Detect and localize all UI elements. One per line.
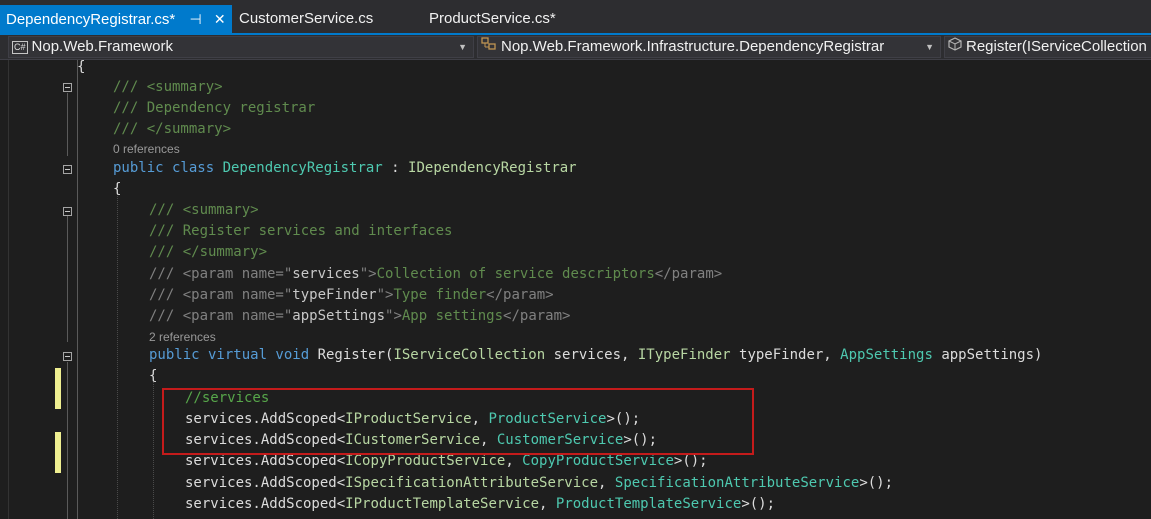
- unsaved-change-marker: [55, 368, 61, 409]
- member-name: Register(IServiceCollection: [966, 38, 1147, 55]
- code-line: /// <param name="appSettings">App settin…: [149, 308, 571, 324]
- unsaved-change-marker: [55, 432, 61, 473]
- outline-line: [67, 215, 68, 342]
- code-line: public class DependencyRegistrar : IDepe…: [113, 160, 577, 176]
- method-icon: [948, 37, 962, 57]
- code-line: services.AddScoped<ISpecificationAttribu…: [185, 475, 894, 491]
- code-line: {: [113, 181, 122, 197]
- close-icon[interactable]: ✕: [214, 5, 226, 33]
- outline-line: [77, 60, 78, 519]
- code-line: public virtual void Register(IServiceCol…: [149, 347, 1043, 363]
- pin-icon[interactable]: ⊣: [189, 5, 201, 33]
- csharp-project-icon: C#: [12, 40, 28, 54]
- code-line: /// <param name="services">Collection of…: [149, 266, 723, 282]
- type-name: Nop.Web.Framework.Infrastructure.Depende…: [501, 38, 885, 55]
- tab-label: CustomerService.cs: [239, 10, 374, 27]
- indent-guide: [153, 382, 154, 519]
- collapse-icon[interactable]: [63, 83, 72, 92]
- code-line: services.AddScoped<IProductTemplateServi…: [185, 496, 776, 512]
- collapse-icon[interactable]: [63, 352, 72, 361]
- tab-product-service[interactable]: ProductService.cs*: [429, 5, 556, 33]
- chevron-down-icon[interactable]: ▼: [458, 37, 467, 57]
- codelens-references[interactable]: 0 references: [113, 142, 180, 156]
- code-line: {: [149, 368, 158, 384]
- code-line: /// <summary>: [149, 202, 259, 218]
- class-icon: [481, 37, 497, 57]
- code-line: /// </summary>: [113, 121, 232, 137]
- code-line: /// </summary>: [149, 244, 268, 260]
- code-line: /// <param name="typeFinder">Type finder…: [149, 287, 554, 303]
- code-editor[interactable]: { /// <summary> /// Dependency registrar…: [0, 60, 1151, 519]
- code-line: /// Register services and interfaces: [149, 223, 453, 239]
- code-line: /// Dependency registrar: [113, 100, 316, 116]
- highlight-annotation-box: [162, 388, 754, 455]
- indent-guide: [117, 190, 118, 519]
- outline-line: [67, 362, 68, 519]
- chevron-down-icon[interactable]: ▼: [925, 37, 934, 57]
- code-line: /// <summary>: [113, 79, 223, 95]
- code-line: {: [77, 60, 86, 75]
- type-dropdown[interactable]: Nop.Web.Framework.Infrastructure.Depende…: [477, 36, 941, 58]
- document-tab-bar: DependencyRegistrar.cs* ⊣ ✕ CustomerServ…: [0, 0, 1151, 34]
- collapse-icon[interactable]: [63, 207, 72, 216]
- tab-dependency-registrar[interactable]: DependencyRegistrar.cs* ⊣ ✕: [0, 5, 232, 33]
- member-dropdown[interactable]: Register(IServiceCollection: [944, 36, 1151, 58]
- collapse-icon[interactable]: [63, 165, 72, 174]
- tab-label: ProductService.cs*: [429, 10, 556, 27]
- tab-label: DependencyRegistrar.cs*: [6, 11, 176, 28]
- codelens-references[interactable]: 2 references: [149, 330, 216, 344]
- navigation-bar: C# Nop.Web.Framework ▼ Nop.Web.Framework.…: [0, 35, 1151, 60]
- outline-line: [67, 93, 68, 156]
- tab-customer-service[interactable]: CustomerService.cs: [239, 5, 373, 33]
- project-name: Nop.Web.Framework: [31, 38, 173, 55]
- project-dropdown[interactable]: C# Nop.Web.Framework ▼: [8, 36, 474, 58]
- editor-left-margin: [0, 60, 9, 519]
